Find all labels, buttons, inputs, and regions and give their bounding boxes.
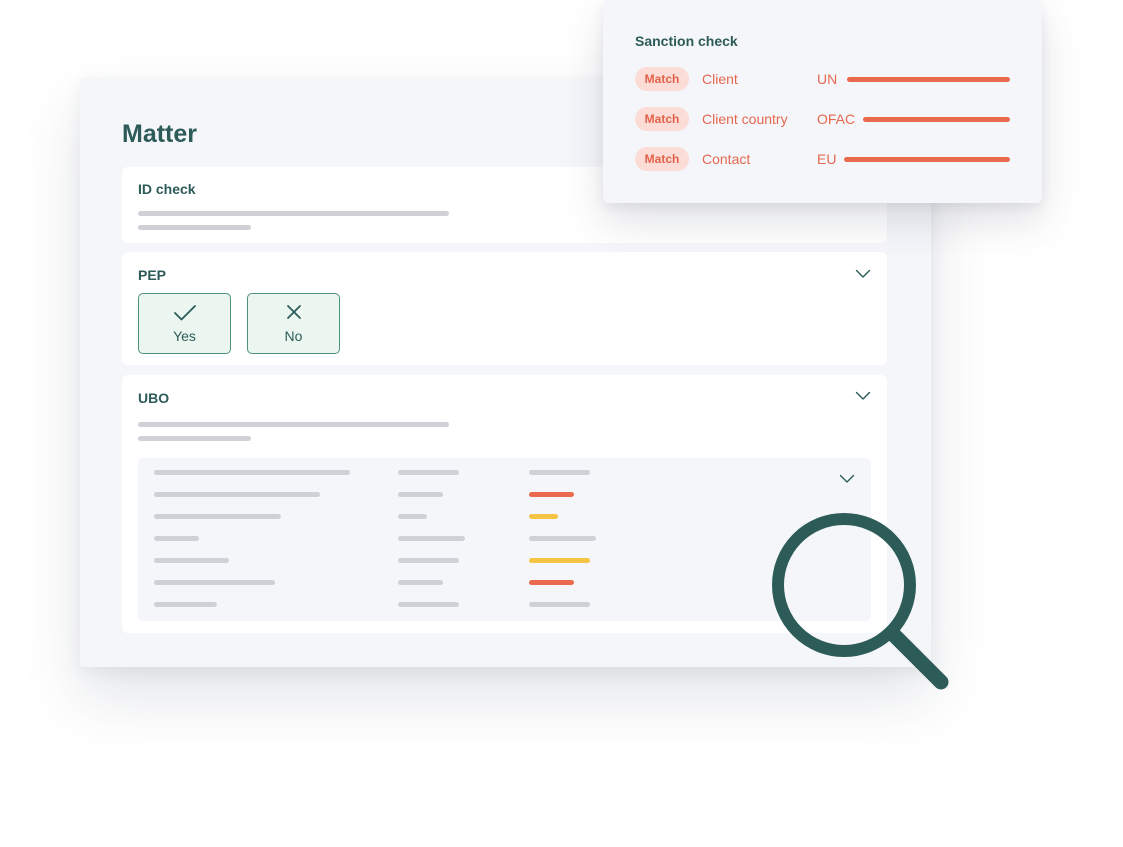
status-bar [529,536,596,541]
status-bar [529,514,558,519]
placeholder-line [138,436,251,441]
table-row-cell [154,602,217,607]
placeholder-line [138,225,251,230]
table-row-cell [398,514,427,519]
pep-yes-label: Yes [173,328,196,344]
match-bar [847,77,1010,82]
pep-no-label: No [284,328,303,344]
table-row-cell [154,514,281,519]
status-bar [529,492,574,497]
match-badge: Match [635,107,689,131]
sanction-row[interactable]: Match Client country OFAC [635,107,1015,131]
sanction-entity: Client [702,71,738,87]
match-badge: Match [635,147,689,171]
table-row-cell [154,492,320,497]
match-bar [844,157,1010,162]
sanction-check-title: Sanction check [635,33,738,49]
sanction-source: EU [817,151,837,167]
chevron-down-icon[interactable] [839,474,855,484]
chevron-down-icon[interactable] [855,269,871,279]
status-bar [529,602,590,607]
table-row-cell [398,580,443,585]
table-row-cell [154,536,199,541]
ubo-label: UBO [138,390,170,406]
pep-no-button[interactable]: No [247,293,340,354]
table-row-cell [398,470,459,475]
chevron-down-icon[interactable] [855,391,871,401]
match-badge: Match [635,67,689,91]
table-row-cell [398,492,443,497]
stage: Matter ID check PEP Yes No UBO Sanction … [0,0,1123,847]
status-bar [529,580,574,585]
sanction-row[interactable]: Match Client UN [635,67,1015,91]
placeholder-line [138,211,449,216]
close-icon [282,304,306,322]
placeholder-line [138,422,449,427]
table-row-cell [154,470,350,475]
status-bar [529,470,590,475]
sanction-source: UN [817,71,838,87]
sanction-source: OFAC [817,111,856,127]
table-row-cell [154,558,229,563]
matter-title: Matter [122,120,198,148]
sanction-entity: Client country [702,111,788,127]
id-check-label: ID check [138,181,196,197]
table-row-cell [398,602,459,607]
sanction-check-card: Sanction check Match Client UN Match Cli… [603,0,1042,203]
match-bar [863,117,1010,122]
sanction-row[interactable]: Match Contact EU [635,147,1015,171]
table-row-cell [154,580,275,585]
status-bar [529,558,590,563]
pep-card: PEP Yes No [122,252,887,365]
pep-label: PEP [138,267,167,283]
ubo-table [138,458,871,621]
magnifier-icon [770,511,952,693]
sanction-entity: Contact [702,151,751,167]
pep-yes-button[interactable]: Yes [138,293,231,354]
table-row-cell [398,536,465,541]
check-icon [173,304,197,322]
table-row-cell [398,558,459,563]
